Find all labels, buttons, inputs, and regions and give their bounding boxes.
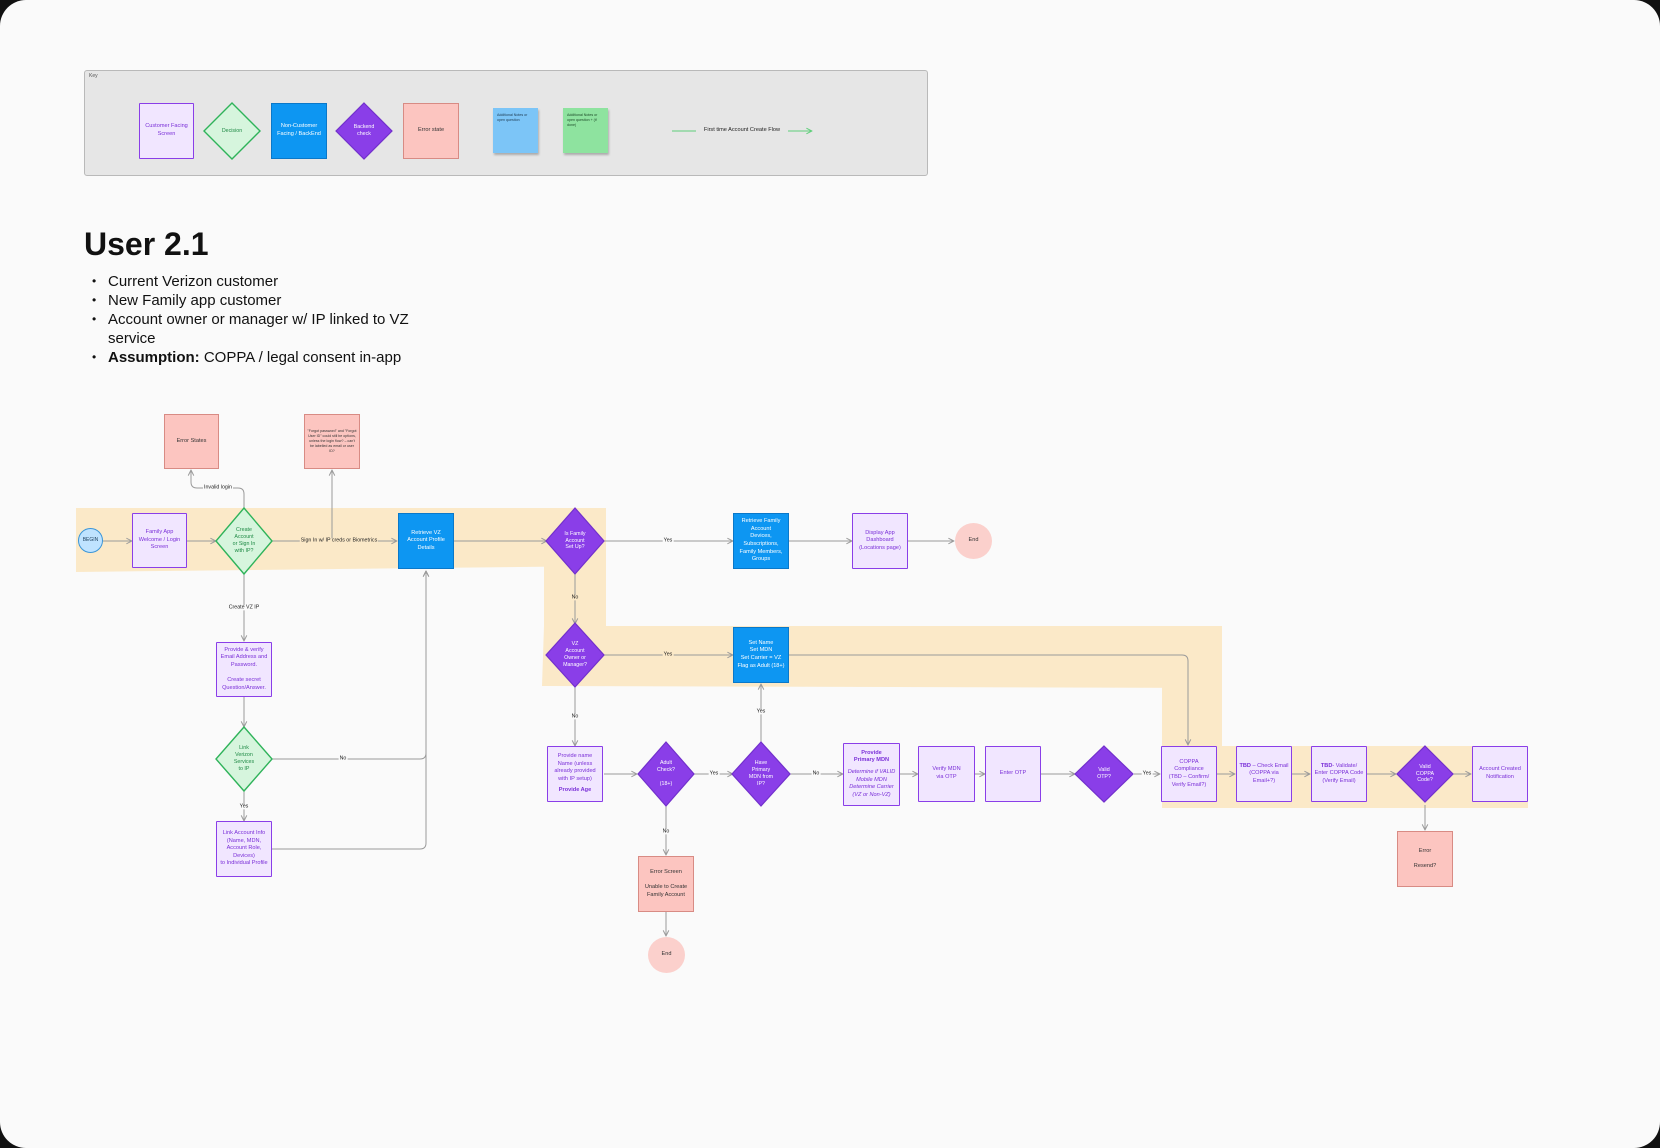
bullet-item: New Family app customer (92, 291, 452, 310)
legend-non-customer: Non-Customer Facing / BackEnd (271, 103, 327, 159)
display-dashboard-screen[interactable]: Display App Dashboard (Locations page) (852, 513, 908, 569)
legend-flow-label: First time Account Create Flow (702, 127, 782, 134)
legend-backend-diamond (335, 102, 393, 160)
bullet-item: Current Verizon customer (92, 272, 452, 291)
edge-label-invalid-login: Invalid login (203, 484, 233, 491)
coppa-compliance-screen[interactable]: COPPA Compliance (TBD – Confirm/ Verify … (1161, 746, 1217, 802)
error-screen-box[interactable]: Error Screen Unable to Create Family Acc… (638, 856, 694, 912)
provide-name-age-screen[interactable]: Provide name Name (unless already provid… (547, 746, 603, 802)
legend-decision-diamond (203, 102, 261, 160)
legend-error-state: Error state (403, 103, 459, 159)
valid-otp-diamond (1074, 745, 1134, 803)
edge-label-no: No (338, 755, 348, 762)
edge-label-no: No (570, 713, 580, 720)
end-node[interactable]: End (955, 523, 992, 559)
welcome-login-screen[interactable]: Family App Welcome / Login Screen (132, 513, 187, 568)
edge-label-sign-in: Sign In w/ IP creds or Biometrics (299, 537, 379, 544)
edge-label-create-vz-ip: Create VZ IP (227, 604, 261, 611)
edge-label-yes: Yes (708, 770, 720, 777)
bullet-item: Account owner or manager w/ IP linked to… (92, 310, 452, 348)
edge-label-yes: Yes (662, 651, 674, 658)
edge-label-yes: Yes (755, 708, 767, 715)
edge-label-yes: Yes (1141, 770, 1153, 777)
retrieve-family-account-box[interactable]: Retrieve Family Account Devices, Subscri… (733, 513, 789, 569)
legend-note-blue: Additional Notes or open question (493, 108, 538, 153)
error-states-box[interactable]: Error States (164, 414, 219, 469)
check-email-screen[interactable]: TBD – Check Email (COPPA via Email+?) (1236, 746, 1292, 802)
validate-coppa-screen[interactable]: TBD- Validate/ Enter COPPA Code (Verify … (1311, 746, 1367, 802)
whiteboard-canvas: Key Customer Facing Screen Decision Non-… (0, 0, 1660, 1148)
set-name-mdn-box[interactable]: Set Name Set MDN Set Carrier = VZ Flag a… (733, 627, 789, 683)
link-account-info-screen[interactable]: Link Account Info (Name, MDN, Account Ro… (216, 821, 272, 877)
begin-node[interactable]: BEGIN (78, 528, 103, 553)
user-criteria-list: Current Verizon customer New Family app … (92, 272, 452, 367)
forgot-password-note[interactable]: "Forgot password" and "Forgot User ID" c… (304, 414, 360, 469)
account-created-notification[interactable]: Account Created Notification (1472, 746, 1528, 802)
flow-connectors (76, 102, 1528, 1148)
link-services-diamond (215, 725, 273, 793)
edge-label-no: No (570, 594, 580, 601)
bullet-item: Assumption: COPPA / legal consent in-app (92, 348, 452, 367)
adult-check-diamond (637, 741, 695, 807)
page-title: User 2.1 (84, 226, 209, 262)
legend-note-green: Additional Notes or open question + (if … (563, 108, 608, 153)
provide-email-screen[interactable]: Provide & verify Email Address and Passw… (216, 642, 272, 697)
edge-label-no: No (811, 770, 821, 777)
provide-primary-mdn-screen[interactable]: Provide Primary MDN Determine if VALID M… (843, 743, 900, 806)
primary-mdn-diamond (731, 741, 791, 807)
enter-otp-screen[interactable]: Enter OTP (985, 746, 1041, 802)
error-resend-box[interactable]: Error Resend? (1397, 831, 1453, 887)
edge-label-yes: Yes (662, 537, 674, 544)
verify-mdn-screen[interactable]: Verify MDN via OTP (918, 746, 975, 802)
edge-label-yes: Yes (238, 803, 250, 810)
retrieve-vz-profile-box[interactable]: Retrieve VZ Account Profile Details (398, 513, 454, 569)
edge-label-no: No (661, 828, 671, 835)
legend-customer-screen: Customer Facing Screen (139, 103, 194, 159)
end-node[interactable]: End (648, 937, 685, 973)
